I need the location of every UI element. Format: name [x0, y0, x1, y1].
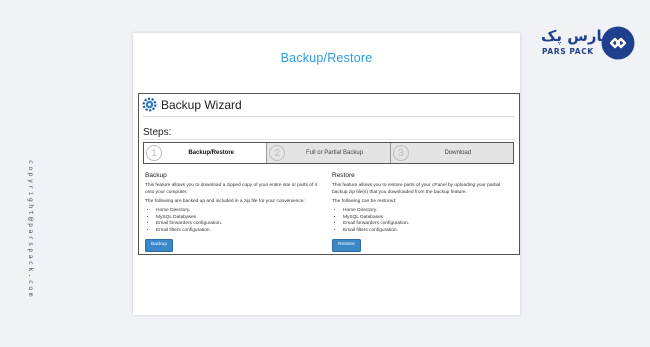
list-item: MySQL Databases: [156, 215, 325, 221]
step-full-partial-backup[interactable]: 2 Full or Partial Backup: [267, 143, 391, 163]
backup-items-list: Home Directory. MySQL Databases Email fo…: [145, 208, 325, 234]
logo-text-fa: پارس پک: [541, 27, 608, 45]
list-item: MySQL Databases: [343, 215, 512, 221]
backup-description: This feature allows you to download a zi…: [145, 183, 317, 195]
list-item: Email forwarders configuration.: [156, 221, 325, 227]
list-item: Email forwarders configuration.: [343, 221, 512, 227]
backup-wizard: Backup Wizard Steps: 1 Backup/Restore 2 …: [138, 93, 520, 255]
wizard-step-bar: 1 Backup/Restore 2 Full or Partial Backu…: [143, 142, 514, 164]
logo-text-en: PARS PACK: [542, 47, 594, 56]
list-item: Email filters configuration.: [343, 228, 512, 234]
parspack-logo-icon: [601, 26, 635, 60]
divider: [143, 116, 515, 117]
backup-heading: Backup: [145, 172, 167, 179]
backup-wizard-icon: [142, 97, 157, 112]
step-backup-restore[interactable]: 1 Backup/Restore: [144, 143, 268, 163]
step-number-3: 3: [392, 145, 409, 161]
wizard-header: Backup Wizard: [142, 97, 242, 112]
restore-description: This feature allows you to restore parts…: [332, 183, 501, 195]
list-item: Email filters configuration.: [156, 228, 325, 234]
page-title: Backup/Restore: [280, 51, 373, 65]
step-label: Full or Partial Backup: [305, 150, 363, 156]
step-download[interactable]: 3 Download: [391, 143, 513, 163]
backup-intro: The following are backed up and included…: [145, 198, 305, 204]
divider: [143, 139, 515, 140]
restore-heading: Restore: [332, 172, 355, 179]
restore-items-list: Home Directory. MySQL Databases Email fo…: [332, 208, 512, 234]
backup-section: Backup This feature allows you to downlo…: [145, 172, 325, 253]
backup-button[interactable]: Backup: [145, 238, 173, 253]
restore-button[interactable]: Restore: [332, 238, 361, 253]
list-item: Home Directory.: [343, 208, 512, 214]
wizard-title: Backup Wizard: [161, 97, 242, 112]
step-label: Backup/Restore: [188, 150, 234, 156]
backup-restore-panel: Backup/Restore Backup Wizard Steps: 1 Ba…: [133, 33, 520, 315]
copyright-text: copyright@parspack.com: [27, 160, 35, 299]
restore-section: Restore This feature allows you to resto…: [332, 172, 512, 253]
step-number-1: 1: [146, 145, 162, 161]
step-label: Download: [444, 150, 472, 156]
restore-intro: The following can be restored:: [332, 198, 397, 204]
parspack-logo: پارس پک PARS PACK: [541, 26, 637, 60]
steps-label: Steps:: [143, 127, 172, 138]
step-number-2: 2: [269, 145, 286, 161]
list-item: Home Directory.: [156, 208, 325, 214]
